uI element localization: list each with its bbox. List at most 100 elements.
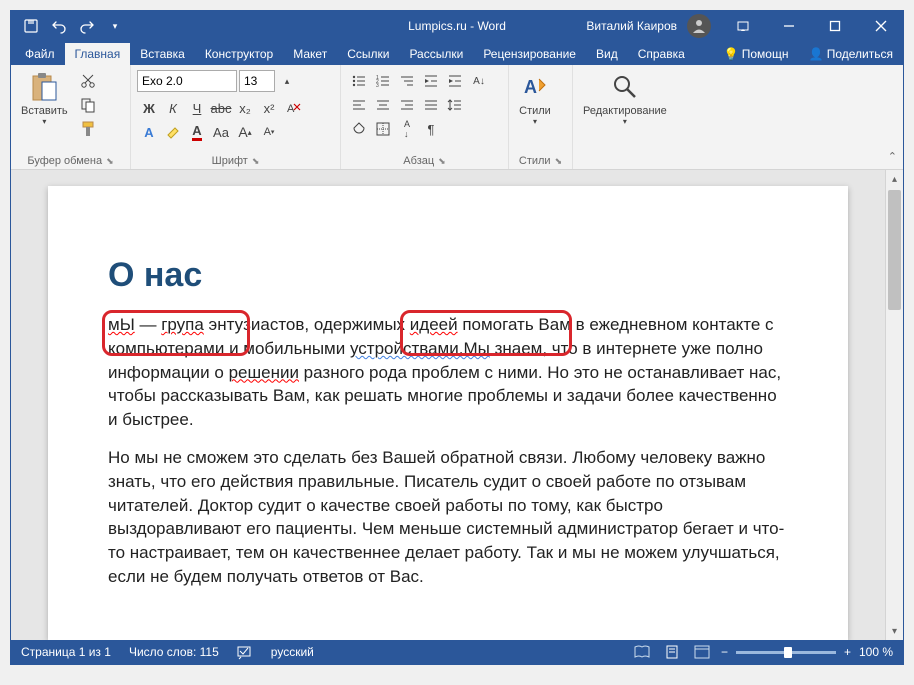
sort-button[interactable]: A↓ bbox=[468, 70, 490, 92]
styles-group-label: Стили bbox=[519, 155, 551, 167]
styles-icon: A bbox=[519, 71, 551, 103]
borders-button[interactable] bbox=[372, 118, 394, 140]
cut-button[interactable] bbox=[77, 70, 99, 92]
zoom-level[interactable]: 100 % bbox=[859, 645, 893, 659]
window-title: Lumpics.ru - Word bbox=[408, 19, 506, 33]
user-name[interactable]: Виталий Каиров bbox=[578, 19, 685, 33]
ribbon-display-button[interactable] bbox=[721, 11, 765, 41]
tab-insert[interactable]: Вставка bbox=[130, 43, 195, 65]
word-count[interactable]: Число слов: 115 bbox=[129, 645, 219, 659]
redo-icon[interactable] bbox=[75, 14, 99, 38]
tab-layout[interactable]: Макет bbox=[283, 43, 337, 65]
highlight-button[interactable] bbox=[162, 121, 184, 143]
increase-indent-button[interactable] bbox=[444, 70, 466, 92]
bullets-button[interactable] bbox=[348, 70, 370, 92]
autosave-icon[interactable] bbox=[19, 14, 43, 38]
svg-text:A: A bbox=[287, 103, 295, 115]
show-marks-button[interactable]: ¶ bbox=[420, 118, 442, 140]
document-paragraph-1: мЫ — група энтузиастов, одержимых идеей … bbox=[108, 313, 788, 432]
copy-button[interactable] bbox=[77, 94, 99, 116]
styles-dialog-launcher[interactable]: ⬊ bbox=[555, 156, 563, 167]
subscript-button[interactable]: x₂ bbox=[234, 97, 256, 119]
statusbar: Страница 1 из 1 Число слов: 115 русский … bbox=[11, 640, 903, 664]
web-layout-button[interactable] bbox=[691, 643, 713, 661]
clipboard-dialog-launcher[interactable]: ⬊ bbox=[106, 156, 114, 167]
superscript-button[interactable]: x² bbox=[258, 97, 280, 119]
find-icon bbox=[609, 71, 641, 103]
read-mode-button[interactable] bbox=[631, 643, 653, 661]
line-spacing-button[interactable] bbox=[444, 94, 466, 116]
titlebar: ▾ Lumpics.ru - Word Виталий Каиров bbox=[11, 11, 903, 41]
zoom-in-button[interactable]: + bbox=[844, 645, 851, 659]
tab-review[interactable]: Рецензирование bbox=[473, 43, 586, 65]
share-button[interactable]: 👤 Поделиться bbox=[798, 43, 903, 65]
font-group-label: Шрифт bbox=[212, 155, 248, 167]
tab-mailings[interactable]: Рассылки bbox=[399, 43, 473, 65]
ribbon: Вставить ▾ Буфер обмена ⬊ ▴ Ж bbox=[11, 65, 903, 170]
minimize-button[interactable] bbox=[767, 11, 811, 41]
font-name-input[interactable] bbox=[137, 70, 237, 92]
paragraph-group-label: Абзац bbox=[403, 155, 434, 167]
print-layout-button[interactable] bbox=[661, 643, 683, 661]
font-color-button[interactable]: A bbox=[186, 121, 208, 143]
decrease-indent-button[interactable] bbox=[420, 70, 442, 92]
align-right-button[interactable] bbox=[396, 94, 418, 116]
align-center-button[interactable] bbox=[372, 94, 394, 116]
font-dialog-launcher[interactable]: ⬊ bbox=[252, 156, 260, 167]
styles-button[interactable]: A Стили ▾ bbox=[515, 69, 555, 128]
clipboard-group-label: Буфер обмена bbox=[27, 155, 102, 167]
sort-az-button[interactable]: A↓ bbox=[396, 118, 418, 140]
font-size-input[interactable] bbox=[239, 70, 275, 92]
bold-button[interactable]: Ж bbox=[138, 97, 160, 119]
grow-font-icon[interactable]: A▴ bbox=[234, 121, 256, 143]
svg-text:A: A bbox=[524, 77, 537, 97]
align-left-button[interactable] bbox=[348, 94, 370, 116]
scroll-thumb[interactable] bbox=[888, 190, 901, 310]
paste-button[interactable]: Вставить ▾ bbox=[17, 69, 72, 128]
scroll-up-button[interactable]: ▴ bbox=[886, 170, 903, 188]
numbering-button[interactable]: 123 bbox=[372, 70, 394, 92]
justify-button[interactable] bbox=[420, 94, 442, 116]
clear-formatting-button[interactable]: A bbox=[282, 97, 304, 119]
tab-help[interactable]: Справка bbox=[628, 43, 695, 65]
shrink-font-icon[interactable]: A▾ bbox=[258, 121, 280, 143]
document-paragraph-2: Но мы не сможем это сделать без Вашей об… bbox=[108, 446, 788, 589]
change-case-button[interactable]: Aa bbox=[210, 121, 232, 143]
tab-design[interactable]: Конструктор bbox=[195, 43, 283, 65]
editing-button[interactable]: Редактирование ▾ bbox=[579, 69, 671, 128]
tab-view[interactable]: Вид bbox=[586, 43, 628, 65]
multilevel-list-button[interactable] bbox=[396, 70, 418, 92]
document-heading: О нас bbox=[108, 256, 788, 295]
svg-text:3: 3 bbox=[376, 83, 379, 89]
paragraph-dialog-launcher[interactable]: ⬊ bbox=[438, 156, 446, 167]
shading-button[interactable] bbox=[348, 118, 370, 140]
tab-references[interactable]: Ссылки bbox=[337, 43, 399, 65]
italic-button[interactable]: К bbox=[162, 97, 184, 119]
undo-icon[interactable] bbox=[47, 14, 71, 38]
tab-file[interactable]: Файл bbox=[15, 43, 65, 65]
spellcheck-icon[interactable] bbox=[237, 644, 253, 660]
text-effects-button[interactable]: A bbox=[138, 121, 160, 143]
zoom-out-button[interactable]: − bbox=[721, 645, 728, 659]
underline-button[interactable]: Ч bbox=[186, 97, 208, 119]
qat-dropdown-icon[interactable]: ▾ bbox=[103, 14, 127, 38]
avatar[interactable] bbox=[687, 14, 711, 38]
tell-me-button[interactable]: 💡 Помощн bbox=[713, 43, 798, 65]
maximize-button[interactable] bbox=[813, 11, 857, 41]
page[interactable]: О нас мЫ — група энтузиастов, одержимых … bbox=[48, 186, 848, 640]
page-indicator[interactable]: Страница 1 из 1 bbox=[21, 645, 111, 659]
language-indicator[interactable]: русский bbox=[271, 645, 314, 659]
grow-font-button[interactable]: ▴ bbox=[276, 70, 298, 92]
paste-icon bbox=[28, 71, 60, 103]
ribbon-tabs: Файл Главная Вставка Конструктор Макет С… bbox=[11, 41, 903, 65]
vertical-scrollbar[interactable]: ▴ ▾ bbox=[885, 170, 903, 640]
strikethrough-button[interactable]: abc bbox=[210, 97, 232, 119]
zoom-slider[interactable] bbox=[736, 651, 836, 654]
scroll-down-button[interactable]: ▾ bbox=[886, 622, 903, 640]
format-painter-button[interactable] bbox=[77, 118, 99, 140]
zoom-slider-handle[interactable] bbox=[784, 647, 792, 658]
document-area: О нас мЫ — група энтузиастов, одержимых … bbox=[11, 170, 903, 640]
close-button[interactable] bbox=[859, 11, 903, 41]
tab-home[interactable]: Главная bbox=[65, 43, 131, 65]
collapse-ribbon-button[interactable]: ⌃ bbox=[888, 150, 897, 163]
